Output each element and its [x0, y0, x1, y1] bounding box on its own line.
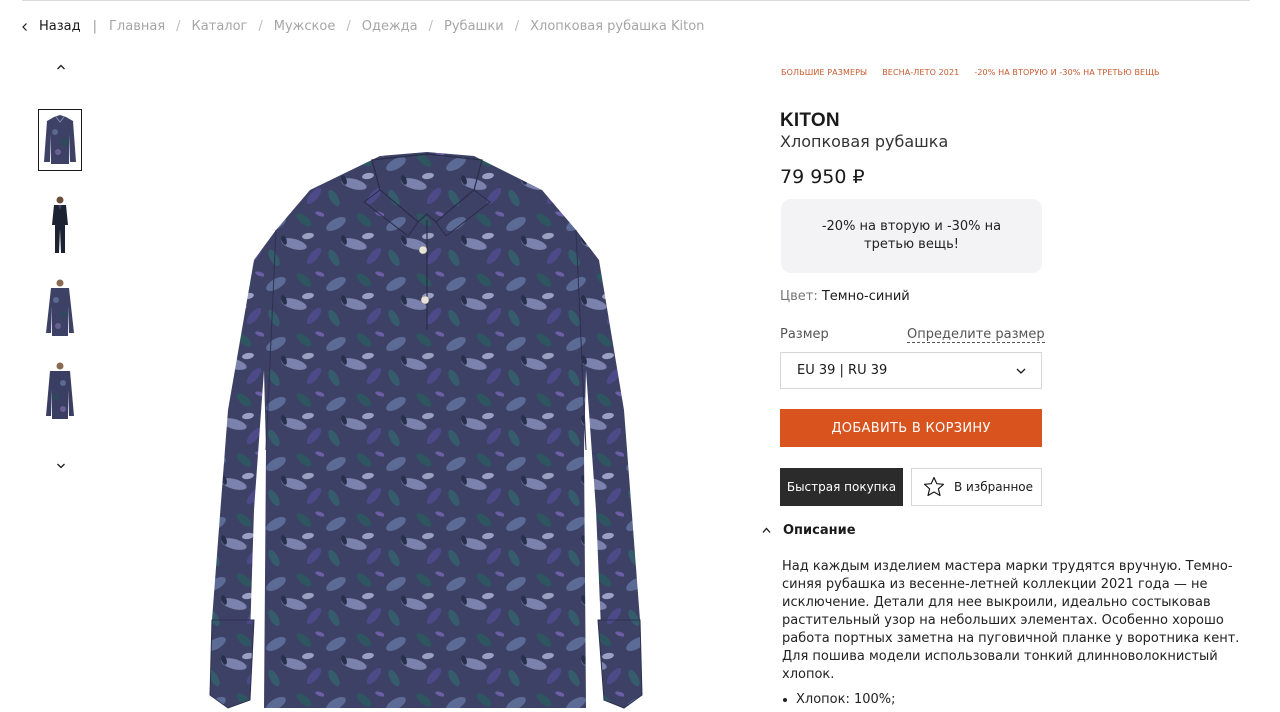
- product-tags: БОЛЬШИЕ РАЗМЕРЫ ВЕСНА-ЛЕТО 2021 -20% НА …: [781, 68, 1175, 77]
- size-label: Размер: [780, 327, 829, 342]
- breadcrumb-separator: /: [346, 19, 351, 34]
- thumbnail-model-shirt-front[interactable]: [39, 277, 81, 339]
- chevron-up-icon: [57, 64, 65, 70]
- chevron-up-icon: [762, 527, 771, 533]
- description-text: Над каждым изделием мастера марки трудят…: [782, 559, 1240, 682]
- tag-promo[interactable]: -20% НА ВТОРУЮ И -30% НА ТРЕТЬЮ ВЕЩЬ: [974, 68, 1159, 77]
- thumbnail-shirt-front[interactable]: [38, 109, 82, 171]
- breadcrumb-item-current: Хлопковая рубашка Kiton: [530, 19, 705, 34]
- main-product-image[interactable]: [204, 150, 650, 712]
- add-to-cart-button[interactable]: ДОБАВИТЬ В КОРЗИНУ: [780, 409, 1042, 447]
- gallery-down-button[interactable]: [55, 460, 67, 472]
- favorites-label: В избранное: [954, 480, 1034, 494]
- breadcrumb-item-home[interactable]: Главная: [109, 19, 165, 34]
- gallery-up-button[interactable]: [55, 61, 67, 73]
- tag-plus-size[interactable]: БОЛЬШИЕ РАЗМЕРЫ: [781, 68, 867, 77]
- shirt-thumbnail-image: [44, 115, 76, 164]
- shirt-main-image: [209, 152, 643, 709]
- promo-text: -20% на вторую и -30% на третью вещь!: [821, 219, 1002, 252]
- breadcrumb-item-catalog[interactable]: Каталог: [192, 19, 248, 34]
- breadcrumb: Назад | Главная / Каталог / Мужское / Од…: [20, 19, 704, 34]
- product-price: 79 950 ₽: [780, 166, 865, 188]
- breadcrumb-item-clothing[interactable]: Одежда: [362, 19, 418, 34]
- top-divider: [22, 0, 1250, 1]
- composition-item: Хлопок: 100%;: [783, 692, 896, 707]
- breadcrumb-separator: /: [258, 19, 263, 34]
- product-title: Хлопковая рубашка: [780, 132, 949, 151]
- description-header: Описание: [783, 523, 856, 538]
- star-icon: [923, 476, 945, 497]
- breadcrumb-separator: /: [428, 19, 434, 34]
- model-shirt-side-thumbnail-image: [46, 362, 74, 419]
- promo-banner: -20% на вторую и -30% на третью вещь!: [781, 199, 1042, 273]
- color-label: Цвет:: [780, 289, 818, 304]
- color-value: Темно-синий: [821, 289, 910, 304]
- brand-name[interactable]: KITON: [780, 110, 840, 132]
- chevron-left-icon: [22, 22, 27, 31]
- size-guide-link[interactable]: Определите размер: [907, 327, 1045, 343]
- breadcrumb-item-shirts[interactable]: Рубашки: [444, 19, 504, 34]
- breadcrumb-separator: /: [514, 19, 520, 34]
- back-link[interactable]: Назад: [20, 19, 81, 34]
- chevron-down-icon: [57, 463, 65, 469]
- model-thumbnail-image: [52, 196, 68, 253]
- composition-text: Хлопок: 100%;: [796, 692, 896, 707]
- size-selected-value: EU 39 | RU 39: [797, 363, 888, 378]
- add-to-favorites-button[interactable]: В избранное: [911, 468, 1042, 506]
- chevron-down-icon: [1016, 368, 1026, 374]
- back-label: Назад: [39, 19, 81, 34]
- description-toggle[interactable]: Описание: [761, 523, 856, 538]
- tag-season[interactable]: ВЕСНА-ЛЕТО 2021: [882, 68, 959, 77]
- thumbnail-model-full-look[interactable]: [39, 194, 81, 256]
- thumbnail-model-shirt-side[interactable]: [39, 360, 81, 422]
- quick-buy-label: Быстрая покупка: [786, 480, 897, 494]
- quick-buy-button[interactable]: Быстрая покупка: [780, 468, 903, 506]
- breadcrumb-divider: |: [92, 19, 97, 34]
- bullet-icon: [783, 697, 787, 702]
- model-shirt-thumbnail-image: [46, 279, 74, 336]
- color-info: Цвет: Темно-синий: [780, 289, 910, 304]
- breadcrumb-item-men[interactable]: Мужское: [274, 19, 336, 34]
- breadcrumb-separator: /: [176, 19, 181, 34]
- size-select[interactable]: EU 39 | RU 39: [780, 352, 1042, 389]
